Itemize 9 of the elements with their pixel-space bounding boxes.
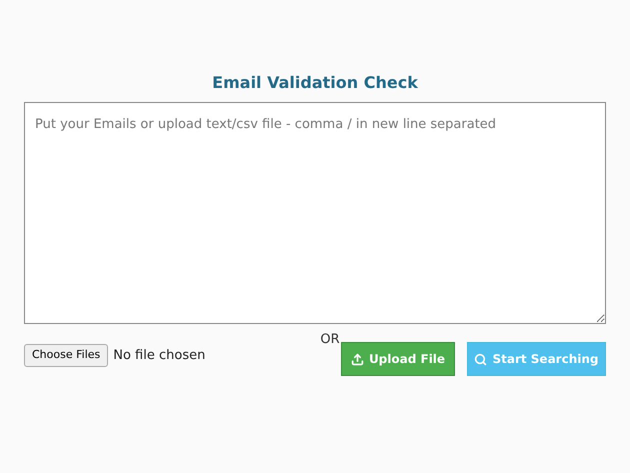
upload-icon xyxy=(350,352,364,366)
search-button[interactable]: Start Searching xyxy=(467,342,606,376)
or-separator: OR xyxy=(320,332,340,348)
upload-button[interactable]: Upload File xyxy=(341,342,455,376)
search-icon xyxy=(474,352,488,366)
file-status: No file chosen xyxy=(113,346,206,364)
choose-files-button[interactable]: Choose Files xyxy=(24,344,108,366)
email-input-field[interactable]: Put your Emails or upload text/csv file - comma / in new line separated xyxy=(24,102,606,324)
page-title: Email Validation Check xyxy=(212,72,418,94)
